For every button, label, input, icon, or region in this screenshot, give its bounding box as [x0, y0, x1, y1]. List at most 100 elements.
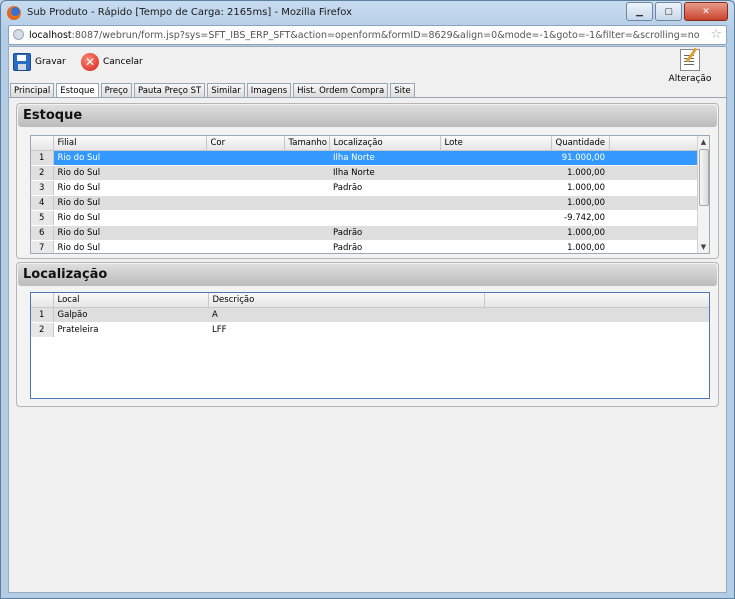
tab-site[interactable]: Site [390, 83, 415, 97]
cell-filial[interactable]: Rio do Sul [53, 165, 206, 181]
table-row[interactable]: 6 Rio do Sul Padrão 1.000,00 [31, 225, 698, 241]
row-number: 1 [31, 307, 54, 323]
cell-quantidade[interactable]: 1.000,00 [551, 165, 609, 181]
cell-local[interactable]: Galpão [53, 307, 208, 323]
column-header[interactable]: Filial [53, 136, 207, 151]
cell-tamanho[interactable] [284, 225, 329, 241]
tab-similar[interactable]: Similar [207, 83, 245, 97]
cell-lote[interactable] [440, 180, 551, 196]
tab-pauta-pre-o-st[interactable]: Pauta Preço ST [133, 83, 206, 97]
cell-filial[interactable]: Rio do Sul [53, 195, 206, 211]
cell-lote[interactable] [440, 225, 551, 241]
table-row[interactable]: 2 Rio do Sul Ilha Norte 1.000,00 [31, 165, 698, 181]
cell-cor[interactable] [206, 240, 284, 253]
cell-quantidade[interactable]: 91.000,00 [551, 150, 609, 166]
cell-quantidade[interactable]: 1.000,00 [551, 225, 609, 241]
url-text[interactable]: localhost:8087/webrun/form.jsp?sys=SFT_I… [29, 30, 700, 41]
cell-filial[interactable]: Rio do Sul [53, 240, 206, 253]
cell-filler [609, 165, 698, 181]
estoque-panel: Estoque Filial Cor Tamanho Localização Lote Q… [16, 103, 719, 259]
cell-quantidade[interactable]: -9.742,00 [551, 210, 609, 226]
column-header[interactable]: Tamanho [284, 136, 330, 151]
scroll-thumb[interactable] [699, 149, 709, 206]
cell-quantidade[interactable]: 1.000,00 [551, 195, 609, 211]
cell-localizacao[interactable]: Padrão [329, 240, 440, 253]
table-row[interactable]: 2 Prateleira LFF [31, 322, 709, 338]
cell-tamanho[interactable] [284, 150, 329, 166]
table-row[interactable]: 1 Rio do Sul Ilha Norte 91.000,00 [31, 150, 698, 166]
scroll-up-icon[interactable]: ▲ [698, 136, 709, 148]
column-header[interactable]: Local [53, 293, 209, 308]
cell-localizacao[interactable] [329, 210, 440, 226]
estoque-scrollbar[interactable]: ▲ ▼ [697, 136, 709, 253]
cell-localizacao[interactable]: Ilha Norte [329, 150, 440, 166]
cell-lote[interactable] [440, 210, 551, 226]
cell-quantidade[interactable]: 1.000,00 [551, 240, 609, 253]
column-header[interactable]: Lote [440, 136, 552, 151]
cell-tamanho[interactable] [284, 195, 329, 211]
cell-cor[interactable] [206, 180, 284, 196]
cell-cor[interactable] [206, 195, 284, 211]
cell-localizacao[interactable]: Ilha Norte [329, 165, 440, 181]
cell-lote[interactable] [440, 240, 551, 253]
url-bar[interactable]: localhost:8087/webrun/form.jsp?sys=SFT_I… [8, 25, 727, 45]
cancel-button[interactable]: ✕ Cancelar [81, 53, 143, 71]
table-row[interactable]: 4 Rio do Sul 1.000,00 [31, 195, 698, 211]
cell-tamanho[interactable] [284, 180, 329, 196]
cell-descricao[interactable]: LFF [208, 322, 484, 338]
cell-localizacao[interactable]: Padrão [329, 180, 440, 196]
cell-filler [609, 225, 698, 241]
cell-tamanho[interactable] [284, 210, 329, 226]
cell-localizacao[interactable] [329, 195, 440, 211]
cell-filler [609, 240, 698, 253]
cell-filler [609, 180, 698, 196]
tab-principal[interactable]: Principal [10, 83, 55, 97]
cell-filler [609, 195, 698, 211]
localizacao-grid: Local Descrição 1 Galpão A 2 Prateleira LFF [30, 292, 710, 399]
table-row[interactable]: 3 Rio do Sul Padrão 1.000,00 [31, 180, 698, 196]
cell-lote[interactable] [440, 165, 551, 181]
cell-filial[interactable]: Rio do Sul [53, 180, 206, 196]
cell-cor[interactable] [206, 150, 284, 166]
cell-localizacao[interactable]: Padrão [329, 225, 440, 241]
cell-cor[interactable] [206, 225, 284, 241]
minimize-button[interactable]: ▁ [626, 2, 653, 21]
save-button[interactable]: Gravar [13, 53, 66, 71]
cell-filial[interactable]: Rio do Sul [53, 225, 206, 241]
save-label: Gravar [35, 57, 66, 67]
column-header[interactable]: Quantidade [551, 136, 610, 151]
column-header[interactable]: Descrição [208, 293, 485, 308]
cell-cor[interactable] [206, 210, 284, 226]
column-header[interactable]: Cor [206, 136, 285, 151]
window-controls: ▁ ▢ ✕ [624, 2, 728, 21]
table-row[interactable]: 7 Rio do Sul Padrão 1.000,00 [31, 240, 698, 253]
tab-pre-o[interactable]: Preço [100, 83, 132, 97]
table-row[interactable]: 1 Galpão A [31, 307, 709, 323]
bookmark-star-icon[interactable]: ☆ [710, 27, 722, 42]
cell-lote[interactable] [440, 195, 551, 211]
cell-filial[interactable]: Rio do Sul [53, 210, 206, 226]
cell-descricao[interactable]: A [208, 307, 484, 323]
cell-filial[interactable]: Rio do Sul [53, 150, 206, 166]
row-number-header [31, 136, 54, 151]
row-number: 6 [31, 225, 54, 241]
alteracao-button[interactable]: Alteração [668, 49, 712, 84]
tab-imagens[interactable]: Imagens [246, 83, 292, 97]
table-row[interactable]: 5 Rio do Sul -9.742,00 [31, 210, 698, 226]
cell-quantidade[interactable]: 1.000,00 [551, 180, 609, 196]
cell-filler [609, 150, 698, 166]
column-header[interactable]: Localização [329, 136, 441, 151]
site-identity-icon[interactable] [13, 29, 24, 40]
cell-local[interactable]: Prateleira [53, 322, 208, 338]
localizacao-panel: Localização Local Descrição 1 Galpão A 2 Prat… [16, 262, 719, 407]
alteracao-label: Alteração [668, 74, 712, 84]
cell-lote[interactable] [440, 150, 551, 166]
scroll-down-icon[interactable]: ▼ [698, 241, 709, 253]
cell-tamanho[interactable] [284, 165, 329, 181]
close-button[interactable]: ✕ [684, 2, 728, 21]
maximize-button[interactable]: ▢ [655, 2, 682, 21]
tab-hist-ordem-compra[interactable]: Hist. Ordem Compra [293, 83, 389, 97]
tab-estoque[interactable]: Estoque [56, 83, 99, 98]
cell-tamanho[interactable] [284, 240, 329, 253]
cell-cor[interactable] [206, 165, 284, 181]
